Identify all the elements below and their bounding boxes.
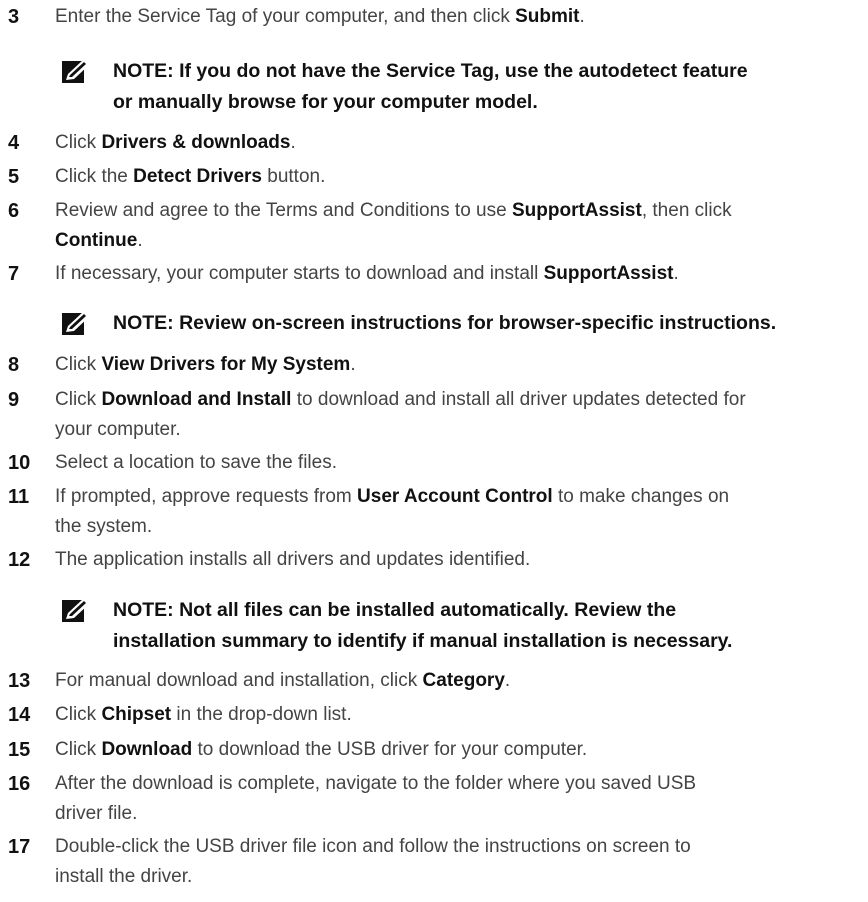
step-text-run: . bbox=[350, 354, 356, 375]
step-text-run: the system. bbox=[55, 516, 153, 537]
step-text: Click Drivers & downloads. bbox=[55, 128, 855, 158]
step-text-run: . bbox=[673, 263, 679, 284]
pencil-note-icon bbox=[62, 312, 89, 335]
step-number: 12 bbox=[8, 549, 31, 571]
step-number: 13 bbox=[8, 670, 31, 692]
step-number: 6 bbox=[8, 200, 20, 222]
step-text: Select a location to save the files. bbox=[55, 448, 855, 478]
step-text: After the download is complete, navigate… bbox=[55, 769, 855, 829]
step-text: Double-click the USB driver file icon an… bbox=[55, 832, 855, 892]
step-text-run: After the download is complete, navigate… bbox=[55, 773, 697, 794]
step-text-run: to download the USB driver for your comp… bbox=[192, 739, 588, 760]
step-text-run: Click bbox=[55, 132, 102, 153]
step-number: 5 bbox=[8, 166, 20, 188]
step-text-run: button. bbox=[261, 166, 326, 187]
step-ui-term: SupportAssist bbox=[543, 263, 674, 284]
step-ui-term: Detect Drivers bbox=[133, 166, 262, 187]
step-text-run: install the driver. bbox=[55, 866, 193, 887]
step-number: 4 bbox=[8, 132, 20, 154]
step-text: Click View Drivers for My System. bbox=[55, 350, 855, 380]
step-text-run: If necessary, your computer starts to do… bbox=[55, 263, 544, 284]
step-text-run: . bbox=[579, 6, 585, 27]
pencil-note-icon bbox=[62, 60, 89, 83]
step-text-run: For manual download and installation, cl… bbox=[55, 670, 423, 691]
step-text-run: If prompted, approve requests from bbox=[55, 486, 358, 507]
step-text-run: . bbox=[290, 132, 296, 153]
step-text-run: . bbox=[504, 670, 511, 691]
step-number: 17 bbox=[8, 836, 31, 858]
step-text-run: . bbox=[137, 230, 143, 251]
step-text-run: driver file. bbox=[55, 803, 138, 824]
step-text-run: to make changes on bbox=[552, 486, 730, 507]
step-ui-term: Download bbox=[101, 739, 193, 760]
step-text-run: Select a location to save the files. bbox=[55, 452, 337, 473]
step-text-run: The application installs all drivers and… bbox=[55, 549, 531, 570]
step-number: 7 bbox=[8, 263, 20, 285]
step-number: 8 bbox=[8, 354, 20, 376]
note-text-line-1: NOTE: If you do not have the Service Tag… bbox=[113, 60, 748, 82]
step-ui-term: Submit bbox=[515, 6, 580, 27]
step-text-run: to download and install all driver updat… bbox=[291, 389, 746, 410]
step-text: Click Download to download the USB drive… bbox=[55, 735, 855, 765]
step-ui-term: Category bbox=[422, 670, 505, 691]
step-text: Review and agree to the Terms and Condit… bbox=[55, 196, 855, 256]
step-text-run: Click bbox=[55, 354, 102, 375]
step-text-run: Click bbox=[55, 739, 102, 760]
step-ui-term: View Drivers for My System bbox=[101, 354, 351, 375]
step-text: Enter the Service Tag of your computer, … bbox=[55, 2, 855, 32]
step-text: If prompted, approve requests from User … bbox=[55, 482, 855, 542]
step-text-run: Double-click the USB driver file icon an… bbox=[55, 836, 691, 857]
note-text-line-2: installation summary to identify if manu… bbox=[113, 630, 733, 652]
step-ui-term: Drivers & downloads bbox=[101, 132, 291, 153]
step-ui-term: Continue bbox=[55, 230, 138, 251]
step-text: Click Chipset in the drop-down list. bbox=[55, 700, 855, 730]
step-number: 14 bbox=[8, 704, 31, 726]
step-text: Click Download and Install to download a… bbox=[55, 385, 855, 445]
step-number: 16 bbox=[8, 773, 31, 795]
step-text-run: your computer. bbox=[55, 419, 181, 440]
step-text: For manual download and installation, cl… bbox=[55, 666, 855, 696]
note-text-line-2: or manually browse for your computer mod… bbox=[113, 91, 538, 113]
step-text: Click the Detect Drivers button. bbox=[55, 162, 855, 192]
step-number: 15 bbox=[8, 739, 31, 761]
step-text-run: in the drop-down list. bbox=[171, 704, 352, 725]
step-ui-term: Chipset bbox=[101, 704, 172, 725]
step-text: The application installs all drivers and… bbox=[55, 545, 855, 575]
step-text-run: Enter the Service Tag of your computer, … bbox=[55, 6, 516, 27]
step-text-run: Click bbox=[55, 389, 102, 410]
step-text: If necessary, your computer starts to do… bbox=[55, 259, 855, 289]
step-number: 11 bbox=[8, 486, 30, 508]
step-text-run: Click bbox=[55, 704, 102, 725]
note-text-line-1: NOTE: Review on-screen instructions for … bbox=[113, 312, 777, 334]
step-text-run: Review and agree to the Terms and Condit… bbox=[55, 200, 512, 221]
step-ui-term: User Account Control bbox=[357, 486, 553, 507]
step-ui-term: Download and Install bbox=[101, 389, 292, 410]
step-number: 9 bbox=[8, 389, 20, 411]
step-number: 10 bbox=[8, 452, 31, 474]
step-text-run: , then click bbox=[641, 200, 732, 221]
step-number: 3 bbox=[8, 6, 20, 28]
pencil-note-icon bbox=[62, 599, 89, 622]
step-text-run: Click the bbox=[55, 166, 134, 187]
step-ui-term: SupportAssist bbox=[511, 200, 642, 221]
note-text-line-1: NOTE: Not all files can be installed aut… bbox=[113, 599, 677, 621]
